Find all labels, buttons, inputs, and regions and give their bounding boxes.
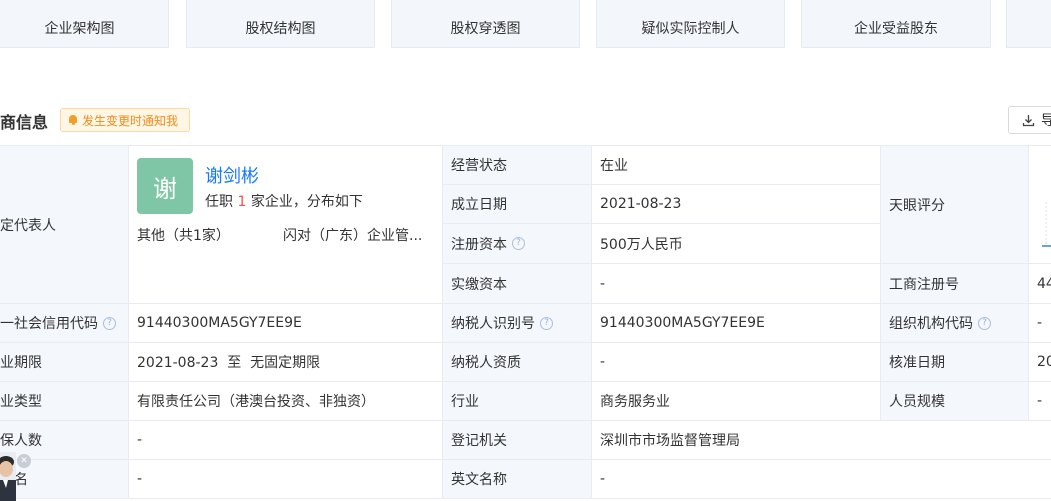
label-tax-qualification: 纳税人资质	[443, 343, 592, 382]
value-credit-code: 91440300MA5GY7EE9E	[129, 304, 443, 343]
value-former-name: -	[129, 460, 443, 499]
value-org-code: -	[1029, 304, 1051, 343]
value-status: 在业	[592, 146, 881, 185]
help-icon[interactable]: ?	[540, 316, 553, 330]
score-chart-icon	[1042, 202, 1051, 247]
region-other-chip[interactable]: 其他（共1家）	[137, 225, 230, 245]
label-approval-date: 核准日期	[881, 343, 1029, 382]
label-org-code: 组织机构代码?	[881, 304, 1029, 343]
value-company-type: 有限责任公司（港澳台投资、非独资）	[129, 382, 443, 421]
notify-label: 发生变更时通知我	[82, 113, 179, 128]
legal-rep-name-link[interactable]: 谢剑彬	[205, 162, 259, 188]
nav-tab-equity-penetration[interactable]: 股权穿透图	[391, 0, 580, 48]
label-staff-size: 人员规模	[881, 382, 1029, 421]
company-count: 1	[237, 194, 247, 210]
label-paid-capital: 实缴资本	[443, 264, 592, 304]
label-tianyan-score: 天眼评分	[881, 146, 1029, 264]
value-tax-qualification: -	[592, 343, 881, 382]
value-staff-size: -	[1029, 382, 1051, 421]
value-approval-date: 20	[1029, 343, 1051, 382]
label-credit-code: 统一社会信用代码?	[0, 304, 129, 343]
help-icon[interactable]: ?	[103, 316, 116, 330]
close-icon[interactable]: ✕	[17, 454, 31, 468]
label-tax-id: 纳税人识别号?	[443, 304, 592, 343]
label-term: 营业期限	[0, 343, 129, 382]
nav-tab-enterprise-structure[interactable]: 企业架构图	[0, 0, 169, 48]
value-reg-no: 44	[1029, 264, 1051, 304]
label-authority: 登记机关	[443, 421, 592, 460]
avatar: 谢	[137, 158, 193, 214]
label-status: 经营状态	[443, 146, 592, 185]
value-authority: 深圳市市场监督管理局	[592, 421, 1051, 460]
label-industry: 行业	[443, 382, 592, 421]
value-founded: 2021-08-23	[592, 185, 881, 224]
export-label: 导	[1041, 113, 1051, 129]
value-industry: 商务服务业	[592, 382, 881, 421]
value-tax-id: 91440300MA5GY7EE9E	[592, 304, 881, 343]
label-english-name: 英文名称	[443, 460, 592, 499]
nav-tab-actual-controller[interactable]: 疑似实际控制人	[596, 0, 785, 48]
export-button[interactable]: 导	[1008, 106, 1051, 134]
assistant-avatar-icon[interactable]	[0, 452, 16, 501]
label-legal-rep: 法定代表人	[0, 146, 129, 304]
value-english-name: -	[592, 460, 1051, 499]
value-paid-capital: -	[592, 264, 881, 304]
notify-button[interactable]: 发生变更时通知我	[60, 108, 190, 132]
label-company-type: 企业类型	[0, 382, 129, 421]
label-capital: 注册资本?	[443, 224, 592, 264]
nav-tab-beneficial-owners[interactable]: 企业受益股东	[801, 0, 991, 48]
help-icon[interactable]: ?	[512, 237, 525, 250]
download-icon	[1022, 114, 1035, 126]
bell-icon	[68, 114, 78, 126]
label-reg-no: 工商注册号	[881, 264, 1029, 304]
section-title: 商信息	[0, 113, 49, 132]
value-capital: 500万人民币	[592, 224, 881, 264]
help-icon[interactable]: ?	[978, 316, 991, 330]
value-insured: -	[129, 421, 443, 460]
nav-tab-equity-structure[interactable]: 股权结构图	[186, 0, 375, 48]
value-term: 2021-08-23 至 无固定期限	[129, 343, 443, 382]
legal-rep-subtitle: 任职 1 家企业，分布如下	[205, 194, 363, 210]
label-founded: 成立日期	[443, 185, 592, 224]
related-company-link[interactable]: 闪对（广东）企业管...	[283, 225, 425, 245]
nav-tab-more[interactable]	[1006, 0, 1051, 48]
